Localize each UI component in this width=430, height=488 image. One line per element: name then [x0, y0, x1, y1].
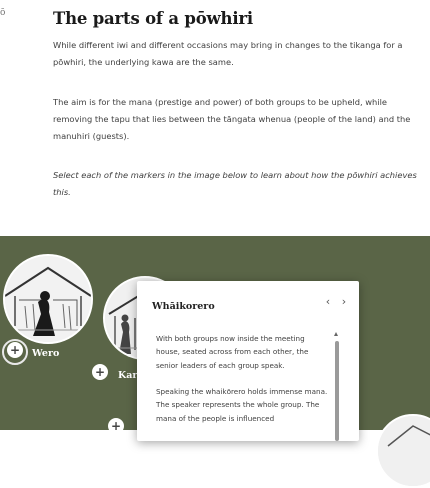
wero-marker-label[interactable]: Wero [32, 348, 59, 359]
wero-scene-illustration [3, 254, 93, 344]
scrollbar-thumb[interactable] [334, 341, 339, 441]
marker-button-bottom[interactable]: + [108, 418, 124, 434]
intro-paragraph-1: While different iwi and different occasi… [53, 40, 403, 67]
plus-icon: + [110, 419, 122, 433]
instruction-text: Select each of the markers in the image … [53, 170, 417, 197]
panel-body: With both groups now inside the meeting … [156, 332, 328, 438]
karanga-marker-button[interactable]: + [92, 364, 108, 380]
info-panel: Whāikorero ‹ › With both groups now insi… [137, 281, 359, 441]
chevron-left-icon[interactable]: ‹ [323, 295, 333, 308]
panel-title: Whāikorero [152, 301, 215, 312]
intro-paragraph-2: The aim is for the mana (prestige and po… [53, 97, 411, 141]
plus-icon: + [94, 365, 106, 379]
panel-scrollbar[interactable] [334, 332, 339, 442]
page-title: The parts of a pōwhiri [53, 9, 253, 28]
panel-paragraph-2: Speaking the whaikōrero holds immense ma… [156, 387, 328, 423]
panel-paragraph-1: With both groups now inside the meeting … [156, 334, 309, 370]
karanga-marker-label[interactable]: Kar [118, 370, 137, 381]
stray-character: ō [0, 8, 6, 18]
wero-marker-button[interactable]: + [7, 342, 23, 358]
scroll-up-arrow-icon[interactable] [334, 332, 338, 336]
chevron-right-icon[interactable]: › [339, 295, 349, 308]
plus-icon: + [9, 343, 21, 357]
